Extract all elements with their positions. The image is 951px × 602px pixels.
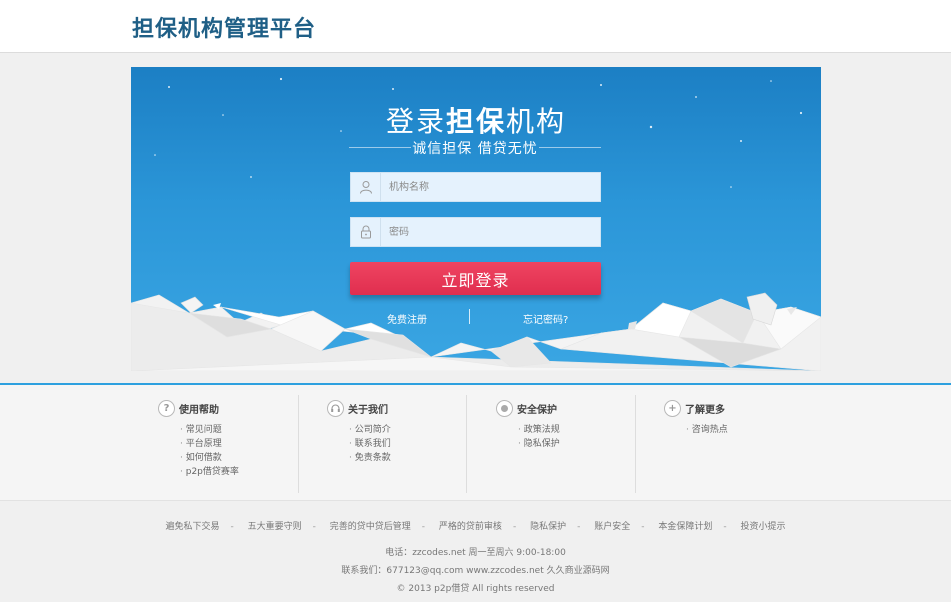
subtitle-rule-right	[539, 147, 601, 148]
info-section: ? 使用帮助 常见问题 平台原理 如何借款 p2p借贷赛率 关于我们 公司简介 …	[0, 385, 951, 501]
login-title-suffix: 机构	[506, 105, 567, 138]
help-heading: ? 使用帮助	[158, 399, 219, 417]
security-list: 政策法规 隐私保护	[518, 423, 560, 451]
forgot-password-link[interactable]: 忘记密码?	[523, 311, 568, 326]
institution-input[interactable]	[389, 179, 589, 195]
help-column: ? 使用帮助 常见问题 平台原理 如何借款 p2p借贷赛率	[158, 395, 326, 493]
list-item[interactable]: 隐私保护	[518, 437, 560, 451]
password-input[interactable]	[389, 224, 589, 240]
list-item[interactable]: 免责条款	[349, 451, 391, 465]
more-heading: + 了解更多	[664, 399, 725, 417]
column-divider	[466, 395, 467, 493]
password-field	[350, 217, 601, 247]
footer-link[interactable]: 完善的贷中贷后管理	[330, 522, 411, 532]
security-title: 安全保护	[517, 404, 557, 416]
footer-link[interactable]: 隐私保护	[530, 522, 566, 532]
headset-icon	[327, 399, 344, 417]
login-subtitle: 诚信担保 借贷无忧	[412, 141, 538, 157]
more-title: 了解更多	[685, 404, 725, 416]
footer-links: 遍免私下交易 - 五大重要守则 - 完善的贷中贷后管理 - 严格的贷前审核 - 隐私保护…	[165, 522, 786, 532]
site-title[interactable]: 担保机构管理平台	[132, 11, 316, 43]
list-item[interactable]: 平台原理	[180, 437, 239, 451]
list-item[interactable]: p2p借贷赛率	[180, 465, 239, 479]
login-subtitle-row: 诚信担保 借贷无忧	[349, 138, 601, 157]
about-list: 公司简介 联系我们 免责条款	[349, 423, 391, 465]
security-heading: 安全保护	[496, 399, 557, 417]
top-bar: 担保机构管理平台	[0, 0, 951, 53]
security-column: 安全保护 政策法规 隐私保护	[496, 395, 664, 493]
footer-link[interactable]: 投资小提示	[740, 522, 785, 532]
login-title-bold: 担保	[445, 105, 506, 138]
list-item[interactable]: 公司简介	[349, 423, 391, 437]
about-heading: 关于我们	[327, 399, 388, 417]
help-list: 常见问题 平台原理 如何借款 p2p借贷赛率	[180, 423, 239, 479]
login-title-prefix: 登录	[385, 105, 446, 138]
login-button[interactable]: 立即登录	[350, 262, 601, 295]
footer-contact: 联系我们：677123@qq.com www.zzcodes.net 久久商业源…	[341, 566, 610, 576]
footer-link[interactable]: 账户安全	[594, 522, 630, 532]
about-title: 关于我们	[348, 404, 388, 416]
more-column: + 了解更多 咨询热点	[664, 395, 832, 493]
question-icon: ?	[158, 399, 175, 417]
list-item[interactable]: 联系我们	[349, 437, 391, 451]
login-title: 登录担保机构	[131, 100, 821, 140]
plus-icon: +	[664, 399, 681, 417]
footer-link[interactable]: 遍免私下交易	[166, 522, 220, 532]
lock-icon	[351, 218, 381, 246]
help-title: 使用帮助	[179, 404, 219, 416]
more-list: 咨询热点	[686, 423, 728, 437]
link-divider	[469, 309, 470, 324]
login-hero: 登录担保机构 诚信担保 借贷无忧 立即登录 免费注册 忘记密码?	[131, 67, 821, 371]
list-item[interactable]: 咨询热点	[686, 423, 728, 437]
footer-phone: 电话：zzcodes.net 周一至周六 9:00-18:00	[385, 548, 566, 558]
user-icon	[351, 173, 381, 201]
footer-copyright: © 2013 p2p借贷 All rights reserved	[396, 584, 555, 594]
footer-link[interactable]: 本金保障计划	[658, 522, 712, 532]
footer-link[interactable]: 五大重要守则	[248, 522, 302, 532]
list-item[interactable]: 常见问题	[180, 423, 239, 437]
column-divider	[298, 395, 299, 493]
list-item[interactable]: 政策法规	[518, 423, 560, 437]
list-item[interactable]: 如何借款	[180, 451, 239, 465]
footer-link[interactable]: 严格的贷前审核	[439, 522, 502, 532]
institution-field	[350, 172, 601, 202]
register-link[interactable]: 免费注册	[387, 311, 427, 326]
column-divider	[635, 395, 636, 493]
shield-icon	[496, 399, 513, 417]
about-column: 关于我们 公司简介 联系我们 免责条款	[327, 395, 495, 493]
